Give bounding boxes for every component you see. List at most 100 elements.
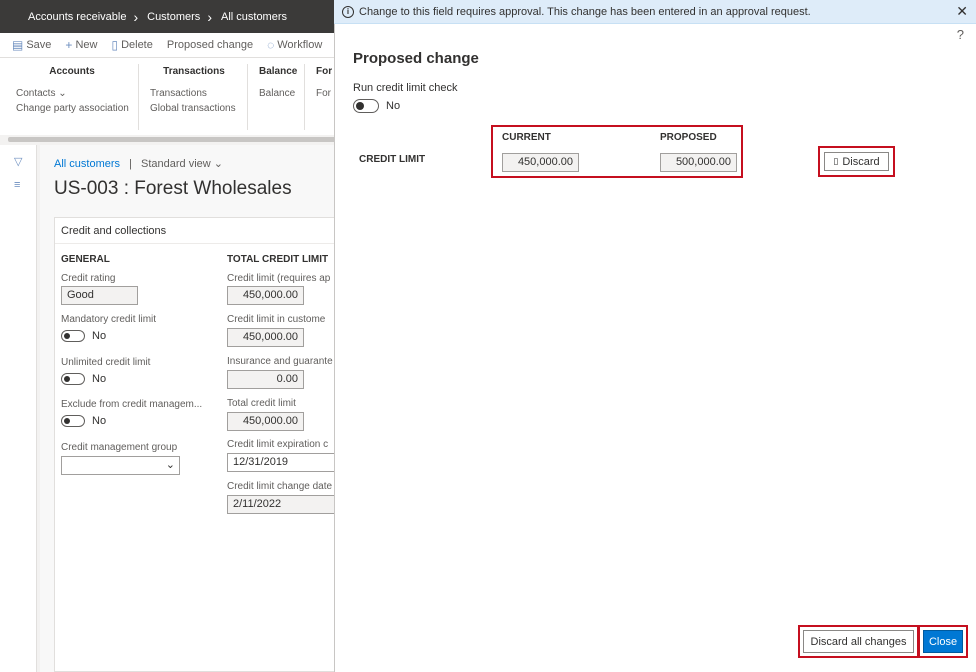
delete-label: Delete bbox=[121, 39, 153, 51]
filter-icon[interactable]: ▽ bbox=[14, 155, 22, 168]
card-title[interactable]: Credit and collections bbox=[55, 218, 339, 244]
toggle-value: No bbox=[92, 415, 107, 427]
close-icon[interactable]: ✕ bbox=[956, 3, 968, 20]
credit-rating-label: Credit rating bbox=[61, 273, 116, 284]
content-area: All customers | Standard view ⌄ US-003 :… bbox=[40, 145, 340, 672]
total-credit-limit-header: TOTAL CREDIT LIMIT bbox=[227, 254, 329, 265]
info-icon: i bbox=[342, 5, 354, 18]
page-title: US-003 : Forest Wholesales bbox=[54, 178, 292, 199]
toggle-switch bbox=[61, 373, 85, 385]
total-credit-limit-label: Total credit limit bbox=[227, 398, 296, 409]
current-value-field: 450,000.00 bbox=[502, 153, 579, 172]
credit-limit-expiration-label: Credit limit expiration c bbox=[227, 439, 329, 450]
ribbon-item-change-party[interactable]: Change party association bbox=[16, 101, 129, 116]
plus-icon: + bbox=[65, 38, 73, 52]
discard-highlight: ▯ Discard bbox=[818, 146, 895, 177]
proposed-change-label: Proposed change bbox=[166, 39, 254, 51]
trash-icon: ▯ bbox=[833, 156, 839, 166]
ribbon-divider bbox=[304, 64, 305, 130]
credit-limit-field[interactable]: 450,000.00 bbox=[227, 286, 304, 305]
toggle-value: No bbox=[386, 100, 401, 112]
new-label: New bbox=[75, 39, 98, 51]
proposed-header: PROPOSED bbox=[660, 132, 717, 143]
ribbon-header-balance: Balance bbox=[259, 66, 298, 77]
discard-label: Discard bbox=[842, 155, 880, 168]
credit-rating-field[interactable]: Good bbox=[61, 286, 138, 305]
chevron-right-icon: › bbox=[207, 8, 212, 25]
general-header: GENERAL bbox=[61, 254, 110, 265]
mandatory-credit-limit-toggle[interactable]: No bbox=[61, 330, 106, 342]
nav-accounts-receivable[interactable]: Accounts receivable bbox=[28, 11, 126, 23]
view-selector[interactable]: Standard view ⌄ bbox=[141, 158, 223, 170]
save-button[interactable]: ▤ Save bbox=[12, 38, 51, 52]
ribbon-header-accounts: Accounts bbox=[49, 66, 95, 77]
all-customers-link[interactable]: All customers bbox=[54, 158, 120, 170]
proposed-change-panel: ? Proposed change Run credit limit check… bbox=[334, 24, 976, 672]
delete-button[interactable]: ▯ Delete bbox=[111, 38, 152, 52]
nav-customers[interactable]: Customers bbox=[147, 11, 200, 23]
credit-management-group-label: Credit management group bbox=[61, 442, 178, 453]
breadcrumb-separator: | bbox=[129, 158, 132, 170]
list-icon[interactable]: ≡ bbox=[14, 179, 20, 191]
insurance-guarantee-field[interactable]: 0.00 bbox=[227, 370, 304, 389]
chevron-right-icon: › bbox=[133, 8, 139, 25]
save-icon: ▤ bbox=[12, 38, 24, 52]
toggle-value: No bbox=[92, 373, 107, 385]
credit-limit-expiration-field[interactable]: 12/31/2019 bbox=[227, 453, 339, 472]
view-breadcrumb: All customers | Standard view ⌄ bbox=[54, 157, 223, 170]
discard-all-highlight: Discard all changes bbox=[798, 625, 919, 658]
close-button[interactable]: Close bbox=[923, 630, 963, 653]
ribbon-group-accounts: Accounts Contacts ⌄ Change party associa… bbox=[16, 64, 129, 116]
exclude-credit-management-label: Exclude from credit managem... bbox=[61, 399, 203, 410]
workflow-icon: ◌ bbox=[267, 38, 275, 52]
ribbon-divider bbox=[247, 64, 248, 130]
credit-limit-label: Credit limit (requires ap bbox=[227, 273, 331, 284]
ribbon: Accounts Contacts ⌄ Change party associa… bbox=[0, 57, 340, 135]
close-highlight: Close bbox=[918, 625, 968, 658]
info-message: Change to this field requires approval. … bbox=[359, 5, 811, 18]
ribbon-divider bbox=[138, 64, 139, 130]
toggle-switch bbox=[61, 415, 85, 427]
workflow-button[interactable]: ◌ Workflow bbox=[267, 38, 322, 52]
current-header: CURRENT bbox=[502, 132, 551, 143]
unlimited-credit-limit-toggle[interactable]: No bbox=[61, 373, 106, 385]
toggle-switch bbox=[61, 330, 85, 342]
total-credit-limit-field[interactable]: 450,000.00 bbox=[227, 412, 304, 431]
exclude-credit-management-toggle[interactable]: No bbox=[61, 415, 106, 427]
chevron-down-icon: ⌄ bbox=[165, 459, 175, 471]
run-credit-limit-check-toggle[interactable]: No bbox=[353, 99, 400, 113]
dialog-title: Proposed change bbox=[353, 50, 479, 67]
run-credit-limit-check-label: Run credit limit check bbox=[353, 82, 458, 94]
comparison-highlight: CURRENT PROPOSED 450,000.00 500,000.00 bbox=[491, 125, 743, 178]
workflow-label: Workflow bbox=[277, 39, 323, 51]
proposed-value-field[interactable]: 500,000.00 bbox=[660, 153, 737, 172]
ribbon-group-transactions: Transactions Transactions Global transac… bbox=[150, 64, 238, 116]
left-rail: ▽ ≡ bbox=[0, 145, 37, 672]
ribbon-item-transactions[interactable]: Transactions bbox=[150, 86, 238, 101]
credit-limit-change-date-label: Credit limit change date bbox=[227, 481, 333, 492]
toggle-switch bbox=[353, 99, 379, 113]
help-icon[interactable]: ? bbox=[957, 27, 964, 42]
chevron-down-icon: ⌄ bbox=[58, 88, 67, 99]
credit-limit-row-label: CREDIT LIMIT bbox=[359, 154, 426, 165]
ribbon-collapse-bar[interactable] bbox=[8, 137, 340, 142]
unlimited-credit-limit-label: Unlimited credit limit bbox=[61, 357, 151, 368]
discard-all-changes-button[interactable]: Discard all changes bbox=[803, 630, 914, 653]
ribbon-item-global-transactions[interactable]: Global transactions bbox=[150, 101, 238, 116]
insurance-guarantee-label: Insurance and guarante bbox=[227, 356, 333, 367]
credit-management-group-select[interactable]: ⌄ bbox=[61, 456, 180, 475]
credit-limit-change-date-field[interactable]: 2/11/2022 bbox=[227, 495, 339, 514]
ribbon-item-contacts[interactable]: Contacts ⌄ bbox=[16, 86, 128, 101]
toggle-value: No bbox=[92, 330, 107, 342]
discard-button[interactable]: ▯ Discard bbox=[824, 152, 889, 171]
trash-icon: ▯ bbox=[111, 38, 119, 52]
proposed-change-button[interactable]: Proposed change bbox=[167, 39, 253, 51]
new-button[interactable]: + New bbox=[65, 38, 97, 52]
ribbon-item-balance[interactable]: Balance bbox=[259, 86, 295, 101]
save-label: Save bbox=[26, 39, 52, 51]
nav-all-customers[interactable]: All customers bbox=[221, 11, 287, 23]
navigation-breadcrumb: Accounts receivable › Customers › All cu… bbox=[0, 0, 340, 33]
credit-limit-customer-field[interactable]: 450,000.00 bbox=[227, 328, 304, 347]
chevron-down-icon: ⌄ bbox=[213, 158, 224, 170]
credit-collections-card: Credit and collections GENERAL Credit ra… bbox=[54, 217, 340, 672]
